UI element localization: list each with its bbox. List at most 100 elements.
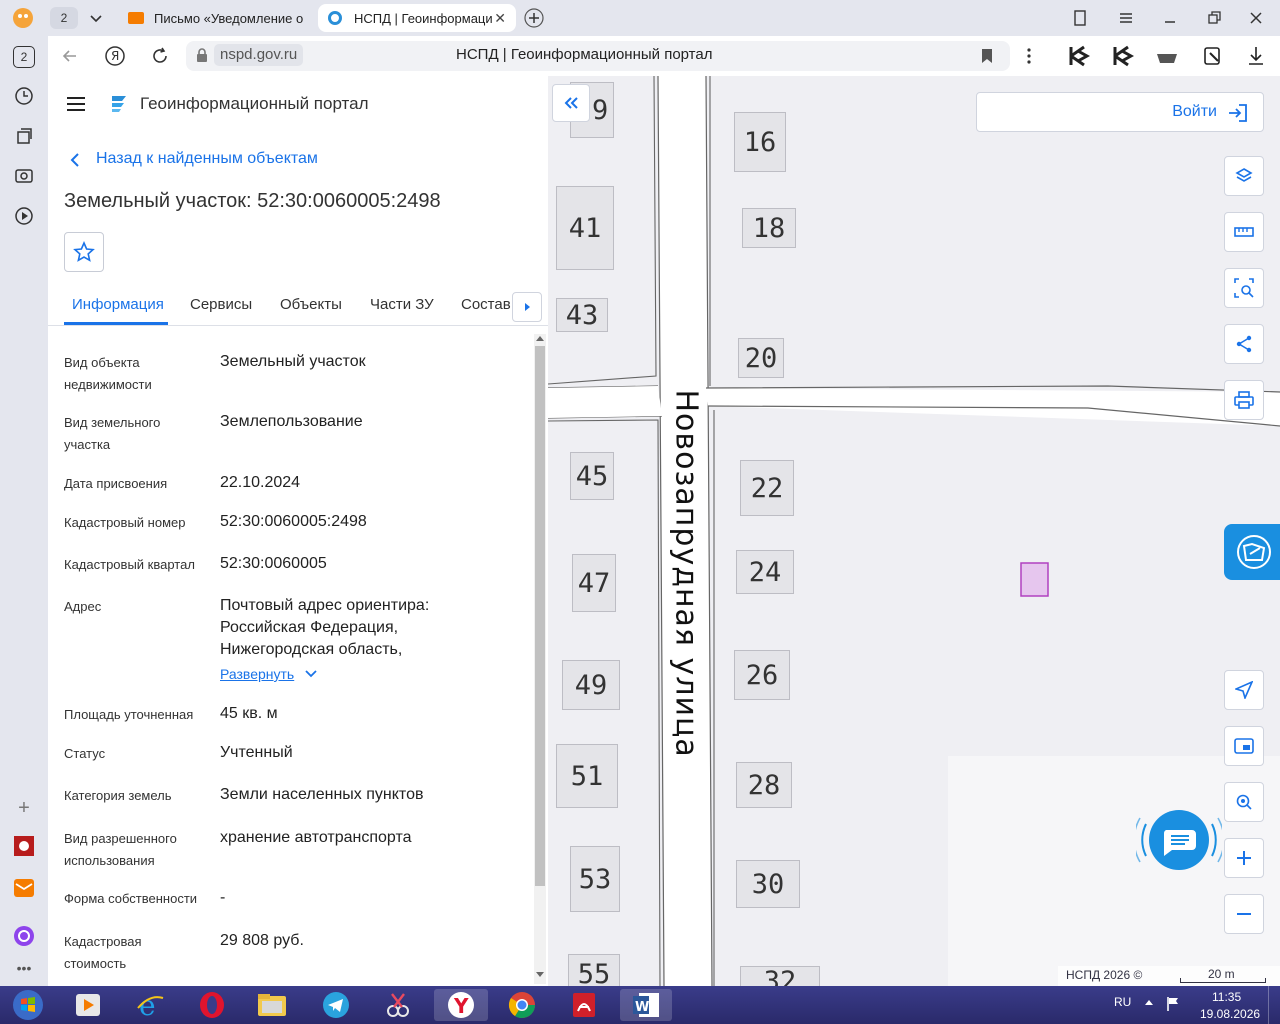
extension-k2-icon[interactable] <box>1112 45 1134 67</box>
video-icon[interactable] <box>12 204 36 228</box>
layers-button[interactable] <box>1224 156 1264 196</box>
tabs-next-button[interactable] <box>512 292 542 322</box>
action-center-flag-icon[interactable] <box>1166 996 1180 1012</box>
map-view[interactable]: 39 41 43 45 47 49 51 53 55 16 18 20 22 24 26 28 30 32 Но… <box>548 76 1280 986</box>
nspd-favicon-icon <box>328 11 342 25</box>
zoom-in-button[interactable] <box>1224 838 1264 878</box>
tab-objects[interactable]: Объекты <box>280 296 342 313</box>
tab-information[interactable]: Информация <box>72 296 164 313</box>
right-house-number: 22 <box>740 460 794 516</box>
history-icon[interactable] <box>12 84 36 108</box>
acrobat-icon[interactable] <box>560 989 608 1021</box>
tabs-dropdown-icon[interactable] <box>86 8 106 28</box>
right-house-number: 28 <box>736 762 792 808</box>
close-window-icon[interactable] <box>1246 8 1266 28</box>
collapse-panel-button[interactable] <box>552 84 590 122</box>
collections-icon[interactable] <box>1070 8 1090 28</box>
url-box[interactable]: nspd.gov.ru НСПД | Геоинформационный пор… <box>186 41 1010 71</box>
mail-icon <box>128 12 144 24</box>
field-label: Категория земель <box>64 788 172 803</box>
favorite-button[interactable] <box>64 232 104 272</box>
rail-tabs-counter[interactable]: 2 <box>13 46 35 68</box>
field-label: Форма собственности <box>64 891 198 906</box>
expand-address-link[interactable]: Развернуть <box>220 666 318 682</box>
object-title: Земельный участок: 52:30:0060005:2498 <box>64 190 441 212</box>
panel-scrollbar[interactable] <box>534 334 546 984</box>
more-icon[interactable]: ••• <box>12 956 36 980</box>
media-player-icon[interactable] <box>64 989 112 1021</box>
left-house-number: 55 <box>568 954 620 986</box>
tabs-divider <box>48 325 548 326</box>
select-area-button[interactable] <box>1224 268 1264 308</box>
alice-icon[interactable] <box>12 924 36 948</box>
right-house-number: 26 <box>734 650 790 700</box>
field-label: Кадастровая стоимость <box>64 934 142 971</box>
windows-taskbar: e Y W RU 11:35 19.08.2026 <box>0 986 1280 1024</box>
yandex-icon[interactable]: Я <box>104 45 126 67</box>
login-button[interactable]: Войти <box>976 92 1264 132</box>
expand-label: Развернуть <box>220 666 295 682</box>
opera-icon[interactable] <box>188 989 236 1021</box>
tab-counter-button[interactable]: 2 <box>50 7 78 29</box>
field-value: Земельный участок <box>220 353 366 370</box>
search-place-button[interactable] <box>1224 782 1264 822</box>
right-house-number: 20 <box>738 338 784 378</box>
zoom-out-button[interactable] <box>1224 894 1264 934</box>
tray-show-hidden-icon[interactable] <box>1145 1000 1153 1005</box>
measure-button[interactable] <box>1224 212 1264 252</box>
add-panel-icon[interactable]: + <box>12 796 36 820</box>
tab-label: НСПД | Геоинформаци <box>354 10 493 26</box>
scroll-down-arrow-icon[interactable] <box>536 972 544 977</box>
tray-clock-time[interactable]: 11:35 <box>1212 990 1241 1004</box>
tab-nspd[interactable]: НСПД | Геоинформаци ✕ <box>318 4 516 32</box>
snipping-tool-icon[interactable] <box>374 989 422 1021</box>
back-chevron-icon[interactable] <box>68 152 82 168</box>
chrome-icon[interactable] <box>498 989 546 1021</box>
locate-button[interactable] <box>1224 670 1264 710</box>
new-tab-icon[interactable] <box>524 8 544 28</box>
tray-clock-date[interactable]: 19.08.2026 <box>1200 1007 1260 1021</box>
scrollbar-thumb[interactable] <box>535 346 545 886</box>
svg-text:Y: Y <box>453 994 469 1018</box>
extension-k1-icon[interactable] <box>1068 45 1090 67</box>
back-to-results-link[interactable]: Назад к найденным объектам <box>96 150 318 168</box>
hamburger-menu-icon[interactable] <box>66 96 86 112</box>
login-label: Войти <box>1172 103 1217 120</box>
close-tab-icon[interactable]: ✕ <box>494 10 506 27</box>
scroll-up-arrow-icon[interactable] <box>536 336 544 341</box>
collections-rail-icon[interactable] <box>12 124 36 148</box>
yandex-browser-taskbar-icon[interactable]: Y <box>434 989 488 1021</box>
map-side-widget[interactable] <box>1224 524 1280 580</box>
minimap-button[interactable] <box>1224 726 1264 766</box>
tab-mail[interactable]: Письмо «Уведомление о <box>118 4 314 32</box>
print-button[interactable] <box>1224 380 1264 420</box>
back-nav-icon[interactable] <box>60 46 80 66</box>
mail-rail-icon[interactable] <box>12 876 36 900</box>
telegram-icon[interactable] <box>312 989 360 1021</box>
share-button[interactable] <box>1224 324 1264 364</box>
show-desktop-button[interactable] <box>1268 986 1280 1024</box>
tab-services[interactable]: Сервисы <box>190 296 252 313</box>
app-emblem-icon[interactable] <box>12 834 36 858</box>
downloads-icon[interactable] <box>1246 45 1266 67</box>
extension-hat-icon[interactable] <box>1156 48 1178 66</box>
extension-pen-icon[interactable] <box>1202 45 1224 67</box>
reload-icon[interactable] <box>150 46 170 66</box>
tray-language[interactable]: RU <box>1114 995 1131 1009</box>
field-label: Площадь уточненная <box>64 707 194 722</box>
screenshot-icon[interactable] <box>12 164 36 188</box>
menu-icon[interactable] <box>1116 8 1136 28</box>
browser-logo-icon[interactable] <box>10 6 36 30</box>
chat-button[interactable] <box>1136 802 1222 878</box>
minimize-icon[interactable] <box>1160 8 1180 28</box>
tab-composition[interactable]: Состав <box>461 296 511 313</box>
tab-parts[interactable]: Части ЗУ <box>370 296 434 313</box>
bookmark-icon[interactable] <box>980 48 994 64</box>
page-menu-icon[interactable] <box>1024 46 1034 66</box>
word-icon[interactable]: W <box>620 989 672 1021</box>
start-button[interactable] <box>2 989 54 1021</box>
file-explorer-icon[interactable] <box>248 989 296 1021</box>
page-title: НСПД | Геоинформационный портал <box>456 46 713 63</box>
restore-icon[interactable] <box>1204 8 1224 28</box>
internet-explorer-icon[interactable]: e <box>126 989 174 1021</box>
